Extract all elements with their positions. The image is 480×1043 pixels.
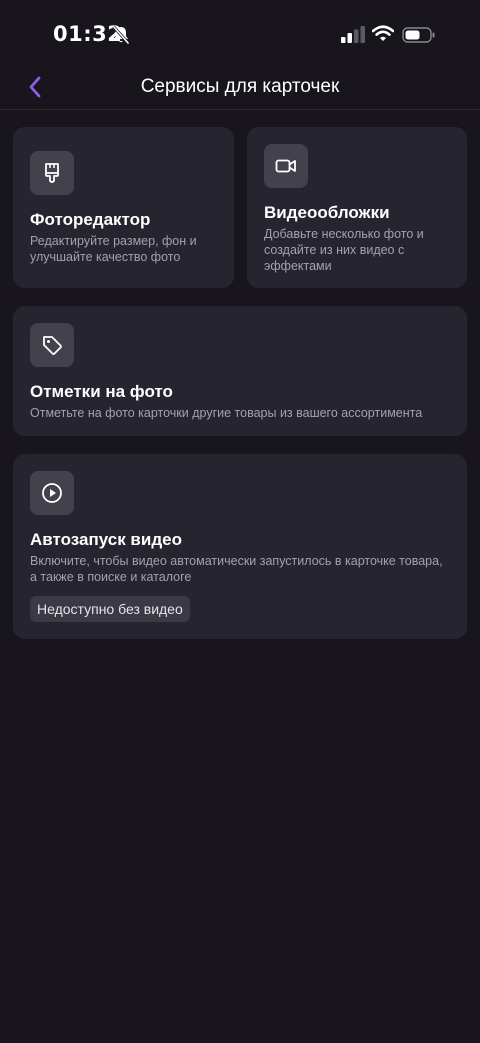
card-title: Отметки на фото [30,382,173,401]
video-covers-card[interactable]: Видеообложки Добавьте несколько фото и с… [247,127,467,288]
card-description: Редактируйте размер, фон и улучшайте кач… [30,234,197,264]
brush-icon [45,163,59,183]
card-description: Включите, чтобы видео автоматически запу… [30,554,443,584]
cellular-signal-icon [341,26,365,43]
bell-muted-icon [112,25,130,45]
play-circle-icon [42,483,62,503]
navigation-bar: Сервисы для карточек [0,70,480,110]
tag-icon [43,336,62,355]
photo-editor-card[interactable]: Фоторедактор Редактируйте размер, фон и … [13,127,234,288]
battery-icon [402,27,435,43]
photo-tags-icon-box [30,323,74,367]
photo-editor-icon-box [30,151,74,195]
card-description: Отметьте на фото карточки другие товары … [30,406,423,420]
video-autoplay-card[interactable]: Автозапуск видео Включите, чтобы видео а… [13,454,467,639]
card-description: Добавьте несколько фото и создайте из ни… [264,227,424,273]
wifi-icon [372,25,394,41]
photo-tags-card[interactable]: Отметки на фото Отметьте на фото карточк… [13,306,467,436]
card-title: Автозапуск видео [30,530,182,549]
status-bar: 01:32 [0,0,480,70]
video-autoplay-icon-box [30,471,74,515]
card-title: Видеообложки [264,203,390,222]
video-camera-icon [275,159,296,173]
page-title: Сервисы для карточек [140,76,340,97]
card-title: Фоторедактор [30,210,151,229]
video-covers-icon-box [264,144,308,188]
unavailable-badge: Недоступно без видео [30,596,190,622]
